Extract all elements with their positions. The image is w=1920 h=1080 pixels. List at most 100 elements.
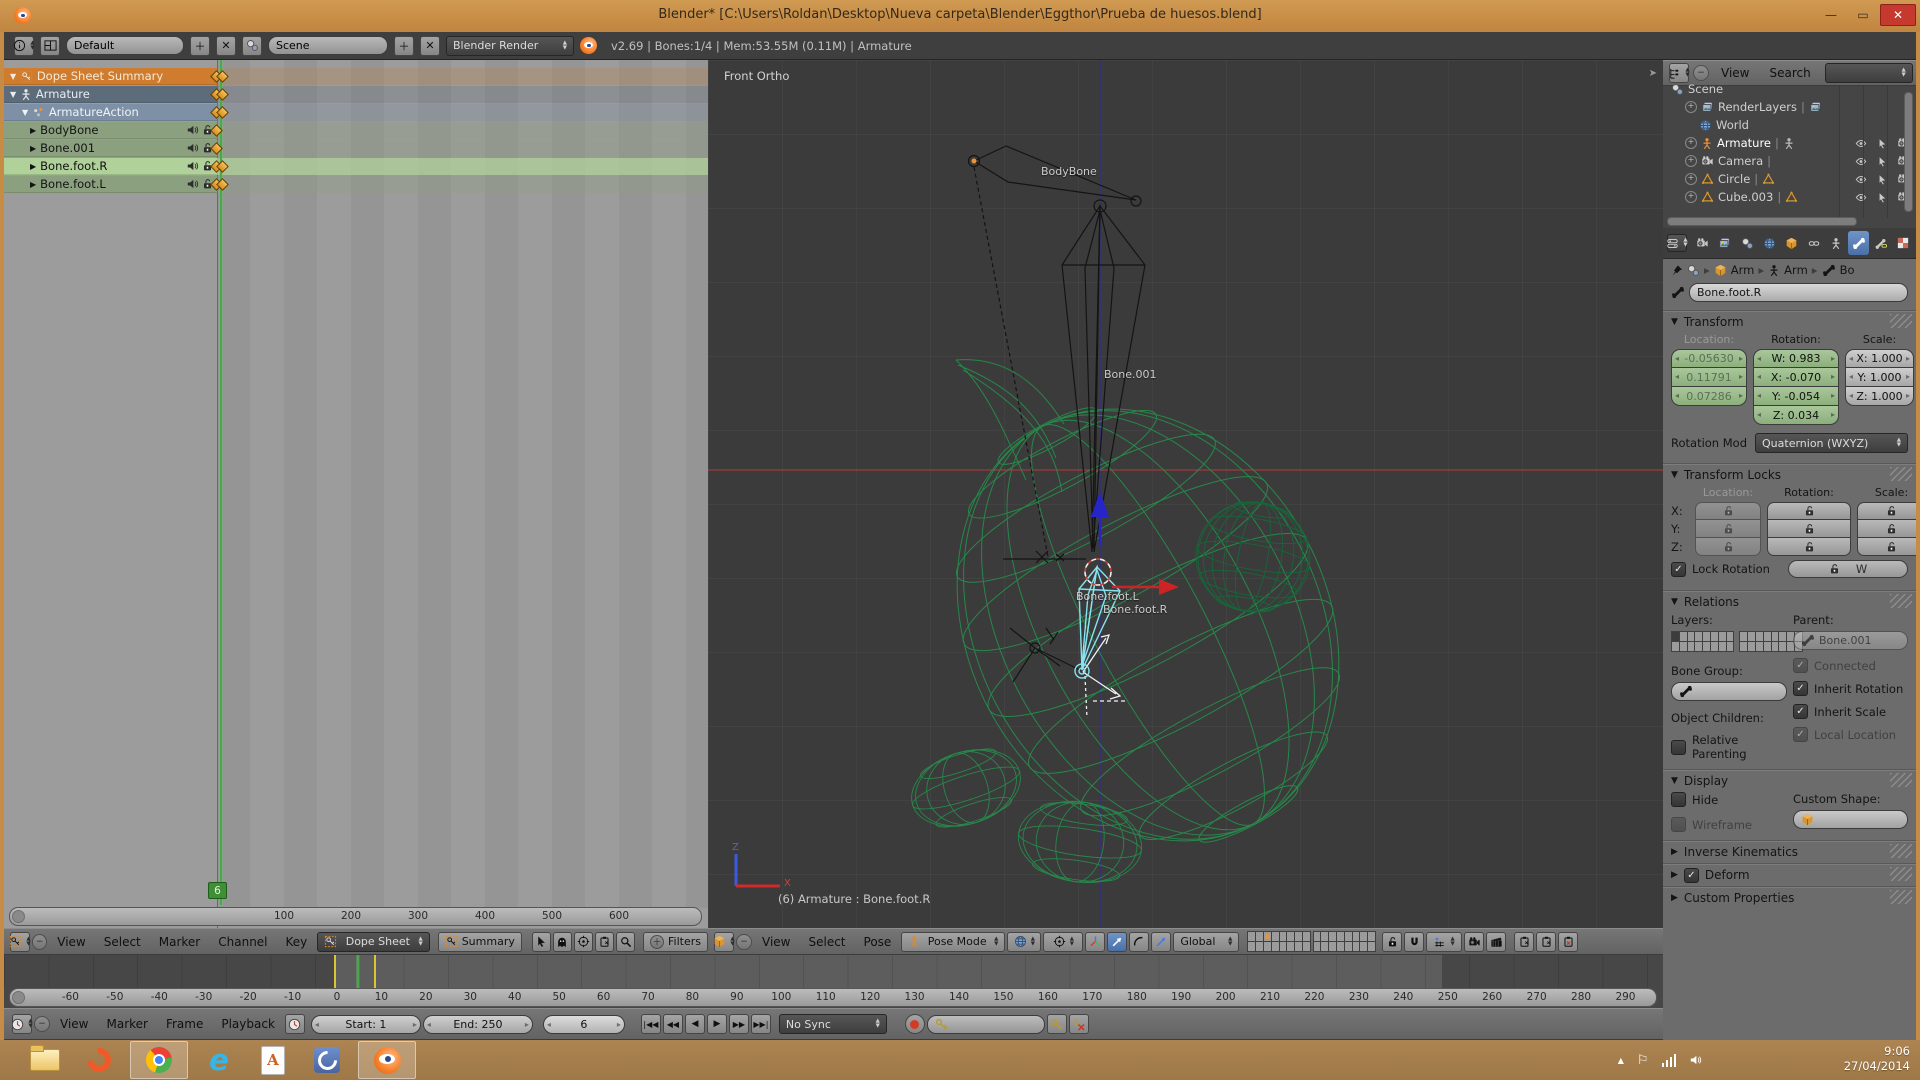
timeline-editor[interactable]: -60-50-40-30-20-100102030405060708090100… bbox=[4, 955, 1663, 1008]
visibility-icon[interactable] bbox=[1854, 137, 1868, 150]
dope-sheet-ruler[interactable]: 100200300400500600 bbox=[9, 907, 702, 926]
viewport-shading-dropdown[interactable]: ▲▼ bbox=[1007, 932, 1041, 952]
outliner-item-circle[interactable]: + Circle | bbox=[1671, 170, 1916, 188]
lock-rot-z[interactable] bbox=[1767, 538, 1851, 556]
mode-dropdown[interactable]: Pose Mode▲▼ bbox=[901, 932, 1005, 952]
deform-checkbox[interactable] bbox=[1684, 868, 1699, 883]
network-signal-icon[interactable] bbox=[1662, 1054, 1677, 1067]
start-frame-field[interactable]: ◂Start: 1▸ bbox=[311, 1015, 421, 1034]
mute-icon[interactable] bbox=[186, 142, 199, 154]
channel-row[interactable]: ▶ Bone.foot.L bbox=[4, 176, 708, 194]
play-button[interactable]: ▶ bbox=[707, 1014, 727, 1034]
rotation-mode-dropdown[interactable]: Quaternion (WXYZ)▲▼ bbox=[1755, 433, 1908, 453]
editor-type-properties-button[interactable]: ▲▼ bbox=[1667, 234, 1687, 252]
outliner-item-scene[interactable]: Scene bbox=[1671, 80, 1916, 98]
jump-to-start-button[interactable]: |◀◀ bbox=[641, 1014, 661, 1034]
pin-icon[interactable] bbox=[1671, 264, 1683, 277]
pointer-tool-button[interactable] bbox=[532, 932, 551, 952]
scale-manipulator-button[interactable] bbox=[1151, 932, 1171, 952]
menu-select[interactable]: Select bbox=[800, 935, 853, 949]
hide-checkbox[interactable] bbox=[1671, 792, 1686, 807]
channel-row[interactable]: ▼ ArmatureAction bbox=[4, 104, 708, 122]
connected-checkbox[interactable] bbox=[1793, 658, 1808, 673]
editor-type-timeline-button[interactable]: ▲▼ bbox=[12, 1014, 32, 1034]
lock-rot-y[interactable] bbox=[1767, 520, 1851, 538]
scene-field[interactable]: Scene bbox=[268, 36, 388, 55]
panel-header-transform-locks[interactable]: ▼Transform Locks bbox=[1663, 464, 1916, 486]
keyframe-line[interactable] bbox=[334, 955, 336, 988]
menu-view[interactable]: View bbox=[1713, 66, 1757, 80]
tab-render-layers[interactable] bbox=[1714, 231, 1735, 255]
end-frame-field[interactable]: ◂End: 250▸ bbox=[423, 1015, 533, 1034]
lock-rot-x[interactable] bbox=[1767, 502, 1851, 520]
lock-rotation-w-button[interactable]: W bbox=[1788, 560, 1908, 578]
lock-loc-x[interactable] bbox=[1695, 502, 1761, 520]
collapse-triangle-icon[interactable]: ▶ bbox=[30, 162, 36, 171]
mute-icon[interactable] bbox=[186, 178, 199, 190]
taskbar-chrome-button[interactable] bbox=[130, 1041, 188, 1079]
render-engine-dropdown[interactable]: Blender Render▲▼ bbox=[446, 36, 574, 56]
copy-keyframes-button[interactable] bbox=[595, 932, 614, 952]
parent-field[interactable]: Bone.001 bbox=[1793, 631, 1908, 650]
visibility-icon[interactable] bbox=[1854, 155, 1868, 168]
panel-header-relations[interactable]: ▼Relations bbox=[1663, 591, 1916, 613]
tab-constraints[interactable] bbox=[1803, 231, 1824, 255]
tab-material[interactable] bbox=[1893, 231, 1914, 255]
snap-element-dropdown[interactable]: ▲▼ bbox=[1426, 932, 1462, 952]
expand-icon[interactable]: + bbox=[1685, 101, 1697, 113]
menu-view[interactable]: View bbox=[49, 935, 93, 949]
taskbar-explorer-button[interactable] bbox=[22, 1041, 68, 1079]
taskbar-blender-button[interactable] bbox=[358, 1041, 416, 1079]
menu-playback[interactable]: Playback bbox=[213, 1017, 283, 1031]
delete-layout-button[interactable]: ✕ bbox=[216, 36, 236, 56]
outliner-item-camera[interactable]: + Camera | bbox=[1671, 152, 1916, 170]
rotation-w-field[interactable]: ◂W: 0.983▸ bbox=[1753, 349, 1839, 368]
menu-select[interactable]: Select bbox=[96, 935, 149, 949]
scale-y-field[interactable]: ◂Y: 1.000▸ bbox=[1845, 368, 1914, 387]
lock-scale-x[interactable] bbox=[1857, 502, 1916, 520]
layers-widget-2[interactable] bbox=[1313, 931, 1376, 952]
outliner-hscrollbar[interactable] bbox=[1667, 217, 1857, 226]
expand-triangle-icon[interactable]: ▼ bbox=[22, 108, 28, 117]
lock-rotations-4d-checkbox[interactable] bbox=[1671, 562, 1686, 577]
region-expand-icon[interactable]: ➤ bbox=[1649, 68, 1657, 79]
close-button[interactable]: ✕ bbox=[1880, 4, 1916, 26]
menu-frame[interactable]: Frame bbox=[158, 1017, 211, 1031]
action-center-flag-icon[interactable]: ⚐ bbox=[1637, 1053, 1649, 1068]
menu-channel[interactable]: Channel bbox=[210, 935, 275, 949]
menu-pose[interactable]: Pose bbox=[856, 935, 900, 949]
expand-icon[interactable]: + bbox=[1685, 137, 1697, 149]
mute-icon[interactable] bbox=[186, 160, 199, 172]
collapse-menus-icon[interactable]: − bbox=[34, 1016, 50, 1032]
add-scene-button[interactable]: ＋ bbox=[394, 36, 414, 56]
dopesheet-mode-dropdown[interactable]: Dope Sheet▲▼ bbox=[317, 932, 429, 952]
jump-to-end-button[interactable]: ▶▶| bbox=[751, 1014, 771, 1034]
visibility-icon[interactable] bbox=[1854, 173, 1868, 186]
bone-layers-widget[interactable] bbox=[1671, 631, 1787, 652]
delete-keyframes-button[interactable] bbox=[1069, 1014, 1089, 1034]
active-keying-set-field[interactable] bbox=[927, 1015, 1045, 1034]
visibility-icon[interactable] bbox=[1854, 191, 1868, 204]
taskbar-document-app-button[interactable]: A bbox=[250, 1041, 296, 1079]
timeline-ruler[interactable]: -60-50-40-30-20-100102030405060708090100… bbox=[9, 988, 1657, 1007]
add-layout-button[interactable]: ＋ bbox=[190, 36, 210, 56]
channel-row-selected[interactable]: ▶ Bone.foot.R bbox=[4, 158, 708, 176]
lock-scale-z[interactable] bbox=[1857, 538, 1916, 556]
local-location-checkbox[interactable] bbox=[1793, 727, 1808, 742]
panel-header-display[interactable]: ▼Display bbox=[1663, 770, 1916, 792]
tab-render[interactable] bbox=[1692, 231, 1713, 255]
expand-triangle-icon[interactable]: ▼ bbox=[10, 72, 16, 81]
inherit-scale-checkbox[interactable] bbox=[1793, 704, 1808, 719]
outliner-item-armature[interactable]: + Armature | bbox=[1671, 134, 1916, 152]
inherit-rotation-checkbox[interactable] bbox=[1793, 681, 1808, 696]
channel-row[interactable]: ▼ Dope Sheet Summary bbox=[4, 68, 708, 86]
screen-layout-icon-button[interactable] bbox=[40, 36, 60, 56]
outliner-item-cube003[interactable]: + Cube.003 | bbox=[1671, 188, 1916, 206]
render-anim-button[interactable] bbox=[1486, 932, 1506, 952]
layers-widget[interactable] bbox=[1247, 931, 1310, 952]
outliner-item-renderlayers[interactable]: + RenderLayers | bbox=[1671, 98, 1916, 116]
delete-scene-button[interactable]: ✕ bbox=[420, 36, 440, 56]
collapse-menus-icon[interactable]: − bbox=[32, 934, 47, 950]
lock-to-scene-button[interactable] bbox=[1382, 932, 1402, 952]
sync-mode-dropdown[interactable]: No Sync▲▼ bbox=[779, 1014, 887, 1034]
